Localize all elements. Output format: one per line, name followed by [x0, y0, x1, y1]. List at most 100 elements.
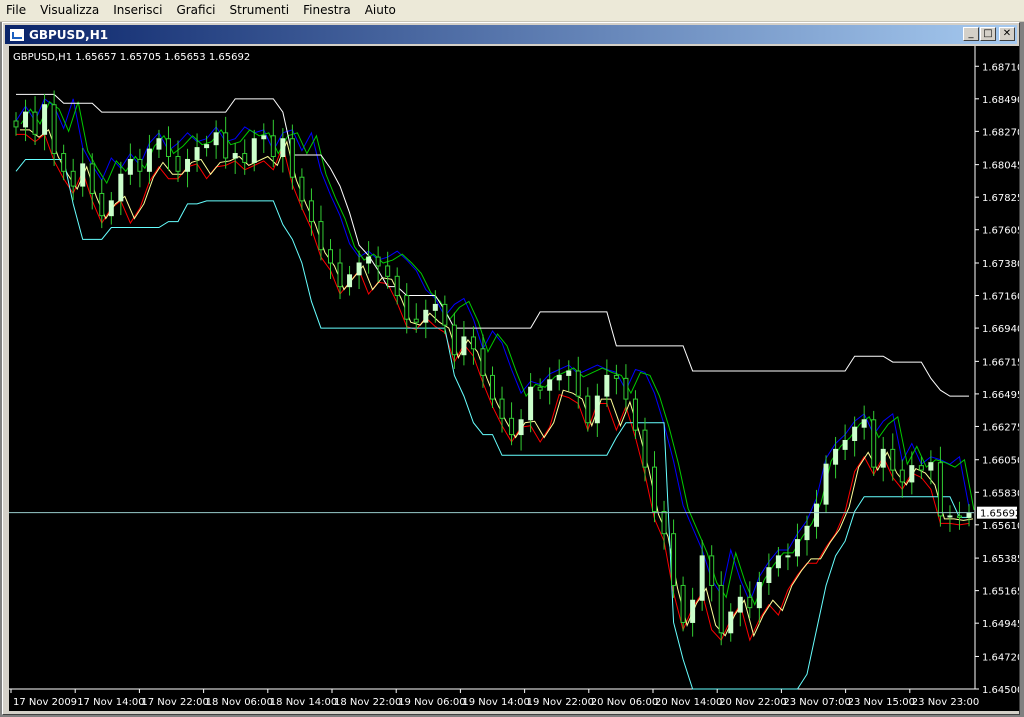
time-tick-label: 19 Nov 22:00 [527, 697, 594, 708]
chart-window-titlebar[interactable]: GBPUSD,H1 _ □ ✕ [5, 25, 1017, 44]
candle-body [661, 511, 667, 535]
price-chart[interactable]: 1.68710 1.68490 1.68270 1.68045 1.67825 1.676… [9, 46, 1019, 711]
candle-body [165, 138, 171, 157]
candle-body [327, 249, 333, 264]
candle-body [280, 138, 286, 157]
close-button[interactable]: ✕ [999, 27, 1015, 41]
candle-body [594, 395, 600, 424]
candle-body [528, 386, 534, 421]
menu-visualizza[interactable]: Visualizza [34, 0, 107, 21]
candle-body [108, 200, 114, 217]
candle-body [890, 448, 896, 471]
candle-body [556, 374, 562, 381]
candle-body [99, 192, 105, 217]
candle-body [432, 303, 438, 311]
menu-finestra[interactable]: Finestra [297, 0, 359, 21]
candle-body [537, 386, 543, 391]
series-green-line [20, 100, 975, 607]
candle-body [814, 503, 820, 527]
candle-body [718, 584, 724, 634]
candle-body [127, 158, 133, 175]
candle-body [966, 512, 972, 518]
candle-body [42, 104, 48, 135]
time-tick-label: 19 Nov 14:00 [462, 697, 529, 708]
time-tick-label: 17 Nov 14:00 [77, 697, 144, 708]
candle-body [547, 379, 553, 391]
candle-body [299, 176, 305, 202]
price-tick-label: 1.67825 [982, 193, 1019, 204]
price-tick-label: 1.65385 [982, 554, 1019, 565]
candle-body [880, 448, 886, 468]
price-tick-label: 1.66275 [982, 422, 1019, 433]
candle-body [871, 419, 877, 468]
price-tick-label: 1.65610 [982, 521, 1019, 532]
chart-window-title: GBPUSD,H1 [29, 27, 109, 42]
menu-grafici[interactable]: Grafici [170, 0, 223, 21]
candle-body [632, 398, 638, 431]
candle-body [337, 262, 343, 288]
price-tick-label: 1.66715 [982, 357, 1019, 368]
candle-body [251, 138, 257, 163]
candle-body [623, 377, 629, 400]
candle-body [118, 173, 124, 202]
menu-aiuto[interactable]: Aiuto [359, 0, 404, 21]
lower-band-line [15, 158, 969, 690]
menu-inserisci[interactable]: Inserisci [107, 0, 170, 21]
time-tick-label: 23 Nov 23:00 [912, 697, 979, 708]
minimize-button[interactable]: _ [963, 27, 979, 41]
candle-body [794, 539, 800, 557]
candle-body [756, 582, 762, 609]
candle-body [480, 348, 486, 376]
price-tick-label: 1.65165 [982, 587, 1019, 598]
menu-file[interactable]: File [0, 0, 34, 21]
candle-body [185, 158, 191, 172]
candle-body [613, 374, 619, 379]
series-blue-line [15, 98, 970, 604]
candle-body [80, 163, 86, 187]
candle-body [223, 132, 229, 159]
time-tick-label: 23 Nov 07:00 [783, 697, 850, 708]
price-tick-label: 1.68045 [982, 161, 1019, 172]
candle-body [413, 318, 419, 323]
candle-body [585, 395, 591, 424]
candle-body [61, 153, 67, 172]
candle-body [956, 515, 962, 518]
candle-body [842, 440, 848, 450]
maximize-button[interactable]: □ [980, 27, 996, 41]
price-tick-label: 1.67605 [982, 226, 1019, 237]
candle-body [861, 419, 867, 428]
candle-body [690, 599, 696, 623]
candle-body [509, 417, 515, 436]
candle-body [852, 426, 858, 441]
chart-window: GBPUSD,H1 _ □ ✕ 1.687101.684901.682701.6… [2, 22, 1020, 715]
candle-body [232, 153, 238, 159]
series-yellow-line [20, 129, 974, 638]
candle-body [146, 148, 152, 172]
candle-body [775, 555, 781, 569]
price-tick-label: 1.68710 [982, 62, 1019, 73]
candle-body [785, 555, 791, 558]
price-tick-label: 1.64720 [982, 652, 1019, 663]
candle-body [270, 135, 276, 157]
time-tick-label: 20 Nov 06:00 [591, 697, 658, 708]
chart-window-icon[interactable] [9, 27, 25, 42]
candle-body [51, 104, 57, 155]
menu-strumenti[interactable]: Strumenti [224, 0, 298, 21]
candle-body [947, 515, 953, 518]
candle-body [13, 120, 19, 128]
chart-canvas[interactable]: 1.68710 1.68490 1.68270 1.68045 1.67825 1.676… [9, 46, 1019, 711]
candle-body [289, 138, 295, 178]
candle-body [928, 462, 934, 471]
mdi-workspace: GBPUSD,H1 _ □ ✕ 1.687101.684901.682701.6… [0, 22, 1024, 717]
candle-body [470, 336, 476, 350]
candle-body [766, 567, 772, 583]
time-tick-label: 18 Nov 14:00 [270, 697, 337, 708]
candle-body [451, 324, 457, 356]
candle-body [32, 111, 38, 135]
candle-body [909, 465, 915, 483]
candle-body [308, 200, 314, 223]
candle-body [394, 275, 400, 297]
price-tick-label: 1.68270 [982, 127, 1019, 138]
price-tick-label: 1.67160 [982, 292, 1019, 303]
candle-body [356, 262, 362, 276]
